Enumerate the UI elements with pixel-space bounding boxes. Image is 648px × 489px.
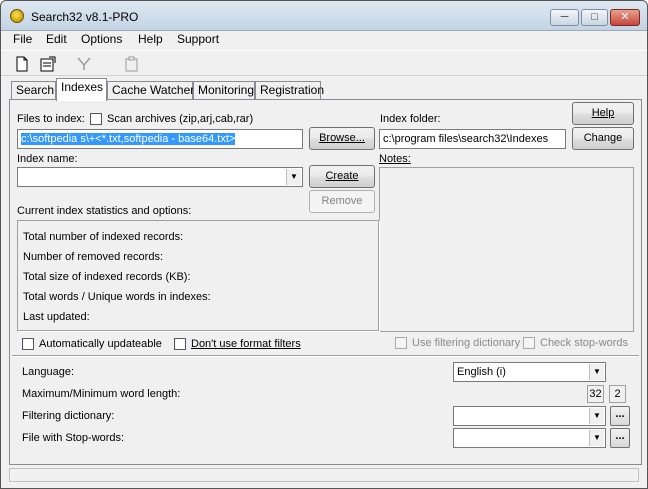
minimize-button[interactable]: ─ (550, 9, 579, 26)
filter-icon[interactable] (75, 55, 93, 73)
title-bar: Search32 v8.1-PRO ─ □ ✕ (1, 1, 647, 31)
stat-total-words: Total words / Unique words in indexes: (23, 291, 211, 303)
files-to-index-input[interactable]: c:\softpedia s\+<*.txt,softpedia - base6… (17, 129, 303, 149)
chevron-down-icon[interactable]: ▼ (286, 169, 301, 185)
scan-archives-checkbox[interactable] (90, 113, 102, 125)
min-word-length-field[interactable]: 2 (609, 385, 626, 403)
index-name-label: Index name: (17, 153, 78, 165)
check-stop-words-label: Check stop-words (540, 337, 629, 349)
close-button[interactable]: ✕ (610, 9, 640, 26)
stop-words-combo[interactable]: ▼ (453, 428, 606, 448)
tab-monitoring[interactable]: Monitoring (193, 81, 255, 100)
auto-update-label: Automatically updateable (39, 338, 162, 350)
tab-search[interactable]: Search (11, 81, 56, 100)
auto-update-checkbox[interactable] (22, 338, 34, 350)
help-button-label: Help (591, 107, 615, 119)
toolbar (1, 50, 647, 76)
remove-button[interactable]: Remove (309, 190, 375, 213)
filter-dict-label: Filtering dictionary: (22, 410, 115, 422)
app-icon (10, 9, 24, 23)
menu-help[interactable]: Help (138, 32, 163, 46)
notes-textarea[interactable] (379, 167, 634, 332)
stats-label: Current index statistics and options: (17, 205, 192, 217)
language-label: Language: (22, 366, 74, 378)
chevron-down-icon[interactable]: ▼ (589, 408, 604, 424)
new-document-icon[interactable] (13, 55, 31, 73)
notes-label: Notes: (379, 153, 411, 165)
menu-bar: File Edit Options Help Support (1, 31, 647, 49)
index-folder-label: Index folder: (380, 113, 441, 125)
chevron-down-icon[interactable]: ▼ (589, 430, 604, 446)
check-stop-words-checkbox[interactable] (523, 337, 535, 349)
tab-cache-watcher[interactable]: Cache Watcher (107, 81, 194, 100)
tab-registration[interactable]: Registration (255, 81, 324, 100)
browse-button-label: Browse... (319, 132, 365, 144)
stat-removed-records: Number of removed records: (23, 251, 163, 263)
language-value: English (i) (457, 366, 506, 378)
app-window: Search32 v8.1-PRO ─ □ ✕ File Edit Option… (0, 0, 648, 489)
no-format-filters-label: Don't use format filters (191, 338, 301, 350)
window-title: Search32 v8.1-PRO (31, 10, 139, 24)
index-name-combo[interactable]: ▼ (17, 167, 303, 187)
menu-edit[interactable]: Edit (46, 32, 67, 46)
browse-button[interactable]: Browse... (309, 127, 375, 150)
tab-strip: Search Indexes Cache Watcher Monitoring … (1, 78, 647, 101)
index-folder-value: c:\program files\search32\Indexes (383, 133, 549, 145)
filter-dict-browse-button[interactable]: ... (610, 406, 630, 426)
help-button[interactable]: Help (572, 102, 634, 125)
max-word-length-field[interactable]: 32 (587, 385, 604, 403)
options-divider (12, 355, 639, 357)
clipboard-icon[interactable] (123, 55, 141, 73)
tab-indexes[interactable]: Indexes (56, 78, 107, 101)
stop-words-browse-button[interactable]: ... (610, 428, 630, 448)
remove-button-label: Remove (321, 195, 363, 207)
menu-options[interactable]: Options (81, 32, 122, 46)
index-folder-input[interactable]: c:\program files\search32\Indexes (379, 129, 566, 149)
stat-last-updated: Last updated: (23, 311, 90, 323)
stat-total-records: Total number of indexed records: (23, 231, 184, 243)
word-length-label: Maximum/Minimum word length: (22, 388, 181, 400)
maximize-button[interactable]: □ (581, 9, 608, 26)
files-to-index-label: Files to index: (17, 113, 85, 125)
properties-icon[interactable] (39, 55, 57, 73)
stats-box: Total number of indexed records: Number … (17, 220, 380, 332)
indexes-panel: Files to index: Scan archives (zip,arj,c… (9, 99, 642, 465)
create-button-label: Create (325, 170, 359, 182)
stat-total-size: Total size of indexed records (KB): (23, 271, 191, 283)
scan-archives-label: Scan archives (zip,arj,cab,rar) (107, 113, 254, 125)
stop-words-label: File with Stop-words: (22, 432, 125, 444)
filter-dict-combo[interactable]: ▼ (453, 406, 606, 426)
use-filter-dict-checkbox[interactable] (395, 337, 407, 349)
no-format-filters-checkbox[interactable] (174, 338, 186, 350)
use-filter-dict-label: Use filtering dictionary (412, 337, 521, 349)
create-button[interactable]: Create (309, 165, 375, 188)
chevron-down-icon[interactable]: ▼ (589, 364, 604, 380)
status-bar (9, 468, 639, 482)
change-button[interactable]: Change (572, 127, 634, 150)
change-button-label: Change (583, 132, 623, 144)
language-combo[interactable]: English (i) ▼ (453, 362, 606, 382)
menu-support[interactable]: Support (177, 32, 219, 46)
files-to-index-value: c:\softpedia s\+<*.txt,softpedia - base6… (21, 133, 236, 145)
menu-file[interactable]: File (13, 32, 32, 46)
